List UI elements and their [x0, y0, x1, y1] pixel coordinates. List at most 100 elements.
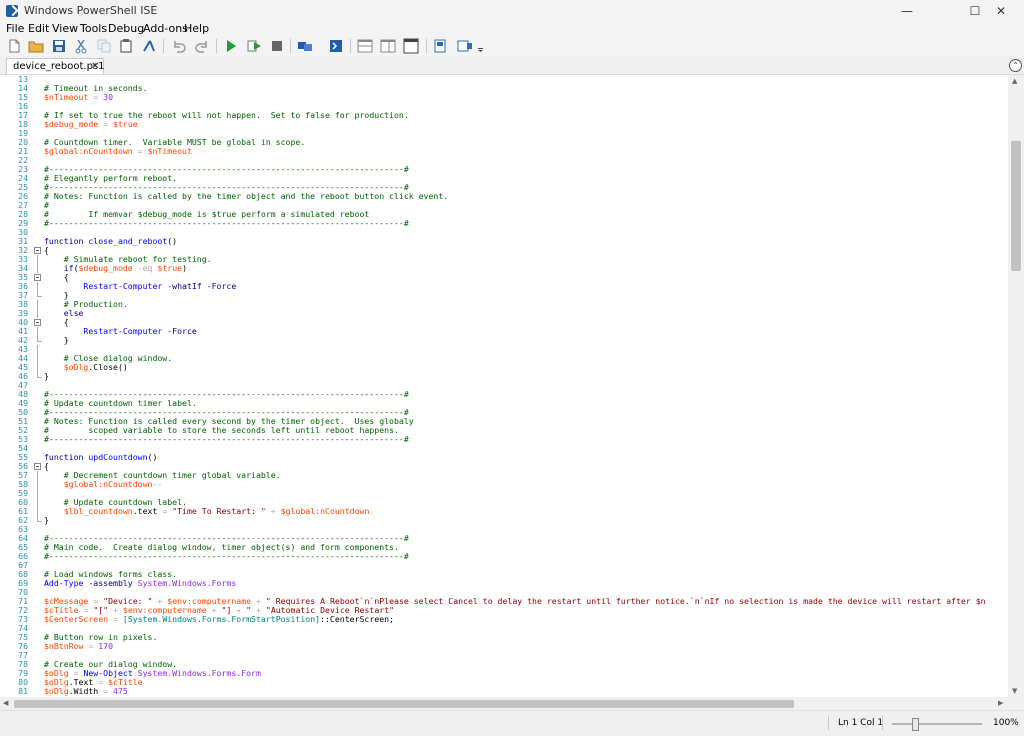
open-folder-icon[interactable] — [28, 38, 44, 54]
code-line[interactable]: 44 # Close dialog window. — [0, 354, 1008, 363]
token-operator: = — [98, 119, 114, 129]
token-variable: $global:nCountdown — [280, 506, 370, 516]
toolbar-separator — [216, 39, 217, 53]
token-comment: #---------------------------------------… — [44, 218, 409, 228]
zoom-slider-thumb[interactable] — [912, 718, 919, 731]
horizontal-scroll-thumb[interactable] — [14, 700, 794, 708]
horizontal-scrollbar[interactable]: ◀ ▶ — [0, 697, 1008, 710]
code-line[interactable]: 46} — [0, 372, 1008, 381]
collapse-region-icon-mark — [34, 319, 41, 326]
code-text: #---------------------------------------… — [44, 552, 409, 561]
menu-tools[interactable]: Tools — [80, 22, 107, 36]
token-commandarg: 475 — [113, 686, 128, 696]
vertical-scrollbar[interactable]: ▲ ▼ — [1008, 75, 1024, 698]
minimize-button[interactable]: — — [884, 0, 930, 22]
show-script-pane-top-icon[interactable] — [357, 38, 373, 54]
zoom-slider[interactable] — [892, 718, 982, 731]
code-line[interactable]: 58 $global:nCountdown-- — [0, 480, 1008, 489]
undo-icon[interactable] — [171, 38, 187, 54]
paste-icon[interactable] — [118, 38, 134, 54]
show-command-window-icon[interactable] — [433, 38, 449, 54]
token-variable: $debug_mode — [78, 263, 133, 273]
code-line[interactable]: 53 #-------------------------------------… — [0, 435, 1008, 444]
show-script-pane-maximized-icon[interactable] — [403, 38, 419, 54]
code-line[interactable]: 75 # Button row in pixels. — [0, 633, 1008, 642]
new-remote-tab-icon[interactable] — [297, 38, 313, 54]
menu-help[interactable]: Help — [184, 22, 209, 36]
run-script-icon[interactable] — [223, 38, 239, 54]
code-text: $global:nCountdown = $nTimeout — [44, 147, 192, 156]
tab-close-icon[interactable]: ✕ — [91, 59, 99, 74]
code-line[interactable]: 15 $nTimeout = 30 — [0, 93, 1008, 102]
collapse-region-icon[interactable] — [34, 246, 41, 255]
collapse-region-icon[interactable] — [34, 462, 41, 471]
new-file-icon[interactable] — [6, 38, 22, 54]
code-line[interactable]: 14 # Timeout in seconds. — [0, 84, 1008, 93]
token-command: updCountdown — [88, 452, 148, 462]
show-command-addon-icon[interactable] — [457, 38, 473, 54]
code-line[interactable]: 13 — [0, 75, 1008, 84]
scroll-up-icon[interactable]: ▲ — [1012, 77, 1017, 85]
code-line[interactable]: 55 function updCountdown() — [0, 453, 1008, 462]
menu-debug[interactable]: Debug — [108, 22, 144, 36]
toolbar-overflow-icon[interactable] — [476, 38, 486, 54]
token-parameter: -assembly — [83, 578, 133, 588]
scroll-down-icon[interactable]: ▼ — [1012, 687, 1017, 695]
copy-icon[interactable] — [96, 38, 112, 54]
code-line[interactable]: 31 function close_and_reboot() — [0, 237, 1008, 246]
code-line[interactable]: 61 $lbl_countdown.text = "Time To Restar… — [0, 507, 1008, 516]
redo-icon[interactable] — [194, 38, 210, 54]
code-line[interactable]: 18 $debug_mode = $true — [0, 120, 1008, 129]
token-operator: = — [88, 92, 104, 102]
code-line[interactable]: 45 $oDlg.Close() — [0, 363, 1008, 372]
code-line[interactable]: 81 $oDlg.Width = 475 — [0, 687, 1008, 696]
token-parameter: -whatIf -Force — [162, 281, 237, 291]
stop-icon[interactable] — [269, 38, 285, 54]
fold-guide — [34, 480, 41, 489]
code-line[interactable]: 73 $CenterScreen = [System.Windows.Forms.… — [0, 615, 1008, 624]
code-line[interactable]: 21 $global:nCountdown = $nTimeout — [0, 147, 1008, 156]
start-powershell-icon[interactable] — [328, 38, 344, 54]
cut-icon[interactable] — [73, 38, 89, 54]
tab-device-reboot[interactable]: device_reboot.ps1 ✕ — [6, 58, 105, 75]
code-line[interactable]: 17 # If set to true the reboot will not h… — [0, 111, 1008, 120]
code-line[interactable]: 37 } — [0, 291, 1008, 300]
code-line[interactable]: 76 $nBtnRow = 170 — [0, 642, 1008, 651]
token-commandarg: 170 — [98, 641, 114, 651]
code-line[interactable]: 29 #-------------------------------------… — [0, 219, 1008, 228]
vertical-scroll-thumb[interactable] — [1011, 141, 1021, 271]
menu-file[interactable]: File — [6, 22, 24, 36]
code-line[interactable]: 38 # Production. — [0, 300, 1008, 309]
close-window-button[interactable]: ✕ — [978, 0, 1024, 22]
menu-edit[interactable]: Edit — [28, 22, 49, 36]
code-line[interactable]: 62} — [0, 516, 1008, 525]
code-line[interactable]: 41 Restart-Computer -Force — [0, 327, 1008, 336]
code-line[interactable]: 80 $oDlg.Text = $cTitle — [0, 678, 1008, 687]
code-area[interactable]: 13 14 # Timeout in seconds. 15 $nTimeout = 3… — [0, 75, 1008, 698]
scroll-right-icon[interactable]: ▶ — [998, 699, 1003, 707]
code-text: $oDlg.Close() — [44, 363, 128, 372]
code-line[interactable]: 66 #-------------------------------------… — [0, 552, 1008, 561]
script-editor[interactable]: 13 14 # Timeout in seconds. 15 $nTimeout = 3… — [0, 74, 1024, 698]
save-icon[interactable] — [51, 38, 67, 54]
fold-guide — [34, 300, 41, 309]
fold-guide-mark — [37, 498, 38, 507]
collapse-region-icon[interactable] — [34, 318, 41, 327]
clear-console-icon[interactable] — [141, 38, 157, 54]
collapse-region-icon[interactable] — [34, 273, 41, 282]
run-selection-icon[interactable] — [246, 38, 262, 54]
show-script-pane-right-icon[interactable] — [380, 38, 396, 54]
token-variable: $debug_mode — [44, 119, 99, 129]
menu-add-ons[interactable]: Add-ons — [143, 22, 188, 36]
code-line[interactable]: 36 Restart-Computer -whatIf -Force — [0, 282, 1008, 291]
code-line[interactable]: 79 $oDlg = New-Object System.Windows.Form… — [0, 669, 1008, 678]
code-line[interactable]: 26 # Notes: Function is called by the tim… — [0, 192, 1008, 201]
scroll-left-icon[interactable]: ◀ — [3, 699, 8, 707]
menu-view[interactable]: View — [52, 22, 78, 36]
collapse-script-pane-icon[interactable]: ⌃ — [1009, 59, 1022, 72]
code-line[interactable]: 69 Add-Type -assembly System.Windows.Form… — [0, 579, 1008, 588]
code-line[interactable]: 34 if($debug_mode -eq $true) — [0, 264, 1008, 273]
code-line[interactable]: 39 else — [0, 309, 1008, 318]
token-commandarg: System.Windows.Forms — [132, 578, 237, 588]
code-line[interactable]: 42 } — [0, 336, 1008, 345]
